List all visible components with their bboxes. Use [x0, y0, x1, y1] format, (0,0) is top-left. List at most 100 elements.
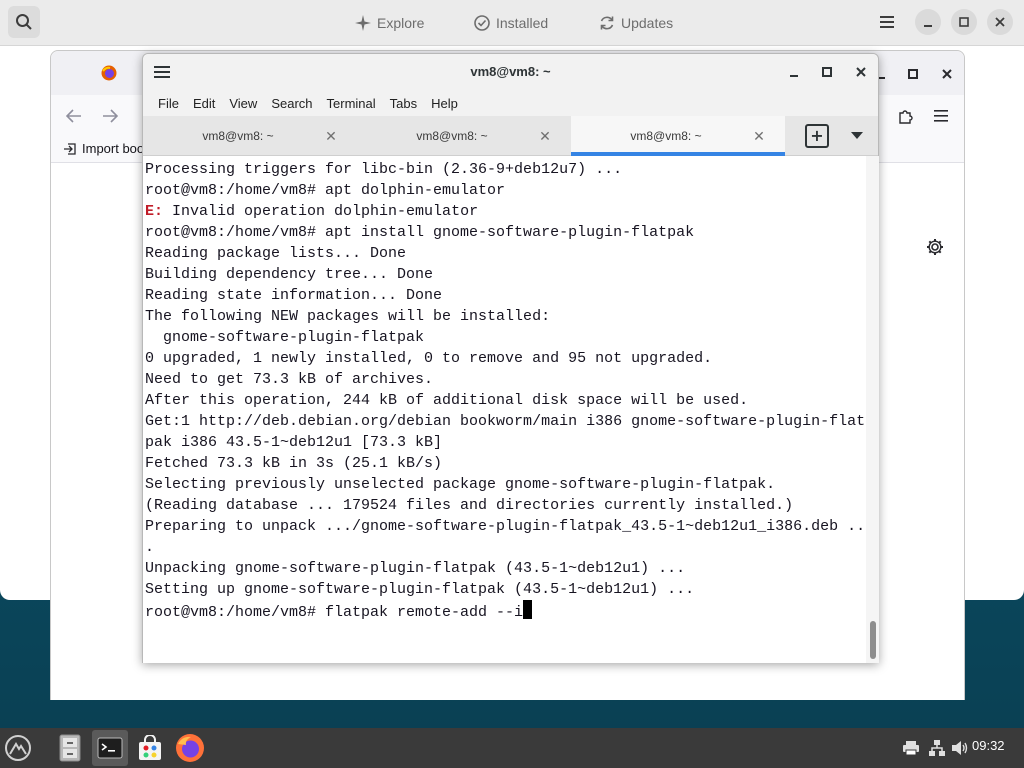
- import-bookmarks-label: Import boo: [82, 141, 145, 156]
- arrow-left-icon: [66, 109, 81, 123]
- terminal-line: Fetched 73.3 kB in 3s (25.1 kB/s): [145, 455, 443, 472]
- terminal-line: .: [145, 539, 155, 556]
- taskbar-firefox[interactable]: [172, 730, 208, 766]
- maximize-button[interactable]: [951, 9, 977, 35]
- terminal-line: root@vm8:/home/vm8# apt install gnome-so…: [145, 224, 695, 241]
- terminal-tab-3[interactable]: vm8@vm8: ~ ✕: [571, 116, 785, 156]
- gear-icon: [927, 239, 943, 255]
- terminal-title: vm8@vm8: ~: [470, 64, 551, 79]
- terminal-tab-label: vm8@vm8: ~: [202, 129, 274, 143]
- firefox-close-button[interactable]: [936, 63, 958, 85]
- import-bookmarks-button[interactable]: Import boo: [63, 141, 144, 156]
- terminal-line: After this operation, 244 kB of addition…: [145, 392, 749, 409]
- firefox-icon: [101, 65, 117, 81]
- installed-icon: [474, 15, 490, 31]
- tab-list-button[interactable]: [847, 128, 867, 144]
- minimize-button[interactable]: [915, 9, 941, 35]
- terminal-line: Processing triggers for libc-bin (2.36-9…: [145, 161, 623, 178]
- volume-icon[interactable]: [950, 738, 970, 758]
- tab-updates[interactable]: Updates: [599, 11, 673, 35]
- terminal-output[interactable]: Processing triggers for libc-bin (2.36-9…: [143, 156, 866, 663]
- terminal-line: Building dependency tree... Done: [145, 266, 434, 283]
- terminal-tab-label: vm8@vm8: ~: [630, 129, 702, 143]
- maximize-icon: [908, 69, 918, 79]
- terminal-titlebar: vm8@vm8: ~: [143, 54, 878, 90]
- search-button[interactable]: [8, 6, 40, 38]
- error-prefix: E:: [145, 203, 164, 220]
- taskbar-files[interactable]: [52, 730, 88, 766]
- menu-search[interactable]: Search: [264, 96, 319, 111]
- close-icon: [856, 67, 866, 77]
- terminal-line: Selecting previously unselected package …: [145, 476, 776, 493]
- menu-file[interactable]: File: [151, 96, 186, 111]
- terminal-tab-2[interactable]: vm8@vm8: ~ ✕: [357, 116, 571, 156]
- terminal-maximize-button[interactable]: [816, 61, 838, 83]
- terminal-line: E: Invalid operation dolphin-emulator: [145, 201, 866, 222]
- maximize-icon: [959, 17, 969, 27]
- close-tab-icon[interactable]: ✕: [537, 128, 553, 144]
- search-icon: [16, 14, 32, 30]
- minimize-icon: [924, 25, 932, 27]
- terminal-tab-bar: vm8@vm8: ~ ✕ vm8@vm8: ~ ✕ vm8@vm8: ~ ✕ +: [143, 116, 878, 156]
- terminal-line: 0 upgraded, 1 newly installed, 0 to remo…: [145, 350, 713, 367]
- arrow-right-icon: [103, 109, 118, 123]
- tab-explore[interactable]: Explore: [355, 11, 424, 35]
- terminal-close-button[interactable]: [850, 61, 872, 83]
- menu-tabs[interactable]: Tabs: [383, 96, 424, 111]
- tab-updates-label: Updates: [621, 15, 674, 31]
- terminal-line: Get:1 http://deb.debian.org/debian bookw…: [145, 413, 866, 430]
- taskbar: 09:32: [0, 728, 1024, 768]
- close-tab-icon[interactable]: ✕: [323, 128, 339, 144]
- terminal-line: Unpacking gnome-software-plugin-flatpak …: [145, 560, 686, 577]
- menu-terminal[interactable]: Terminal: [320, 96, 383, 111]
- explore-icon: [355, 15, 371, 31]
- tab-explore-label: Explore: [377, 15, 425, 31]
- minimize-icon: [790, 75, 798, 77]
- hamburger-icon: [934, 110, 948, 122]
- terminal-line: Need to get 73.3 kB of archives.: [145, 371, 434, 388]
- extensions-button[interactable]: [894, 105, 918, 127]
- back-button[interactable]: [63, 105, 85, 127]
- close-icon: [995, 17, 1005, 27]
- terminal-minimize-button[interactable]: [783, 61, 805, 83]
- launcher-icon: [5, 735, 31, 761]
- firefox-maximize-button[interactable]: [902, 63, 924, 85]
- network-icon[interactable]: [927, 738, 947, 758]
- firefox-tab[interactable]: [101, 65, 117, 85]
- terminal-tab-1[interactable]: vm8@vm8: ~ ✕: [143, 116, 357, 156]
- terminal-scrollbar[interactable]: [866, 156, 879, 663]
- printer-icon[interactable]: [901, 738, 921, 758]
- terminal-line: gnome-software-plugin-flatpak: [145, 329, 425, 346]
- import-icon: [64, 142, 76, 155]
- menu-help[interactable]: Help: [424, 96, 465, 111]
- plus-icon: +: [810, 126, 824, 145]
- text-cursor: [523, 600, 533, 619]
- command-input[interactable]: root@vm8:/home/vm8# flatpak remote-add -…: [145, 604, 523, 621]
- error-text: Invalid operation dolphin-emulator: [163, 203, 479, 220]
- main-menu-button[interactable]: [874, 9, 900, 35]
- terminal-line: The following NEW packages will be insta…: [145, 308, 551, 325]
- terminal-window: vm8@vm8: ~ File Edit View Search Termina…: [142, 53, 879, 663]
- terminal-line: (Reading database ... 179524 files and d…: [145, 497, 794, 514]
- app-menu-button[interactable]: [929, 105, 953, 127]
- new-tab-button[interactable]: +: [805, 124, 829, 148]
- terminal-menubar: File Edit View Search Terminal Tabs Help: [143, 90, 878, 116]
- terminal-line: Setting up gnome-software-plugin-flatpak…: [145, 581, 695, 598]
- forward-button[interactable]: [99, 105, 121, 127]
- terminal-line: Reading state information... Done: [145, 287, 443, 304]
- puzzle-icon: [899, 110, 913, 124]
- app-launcher-button[interactable]: [0, 730, 36, 766]
- terminal-line: pak i386 43.5-1~deb12u1 [73.3 kB]: [145, 434, 443, 451]
- scrollbar-thumb[interactable]: [870, 621, 876, 659]
- tab-installed[interactable]: Installed: [474, 11, 548, 35]
- taskbar-terminal[interactable]: [92, 730, 128, 766]
- clock[interactable]: 09:32: [972, 738, 1005, 753]
- settings-button[interactable]: [924, 236, 946, 258]
- menu-edit[interactable]: Edit: [186, 96, 222, 111]
- close-icon: [942, 69, 952, 79]
- close-tab-icon[interactable]: ✕: [751, 128, 767, 144]
- taskbar-software[interactable]: [132, 730, 168, 766]
- close-button[interactable]: [987, 9, 1013, 35]
- file-cabinet-icon: [59, 734, 81, 762]
- menu-view[interactable]: View: [222, 96, 264, 111]
